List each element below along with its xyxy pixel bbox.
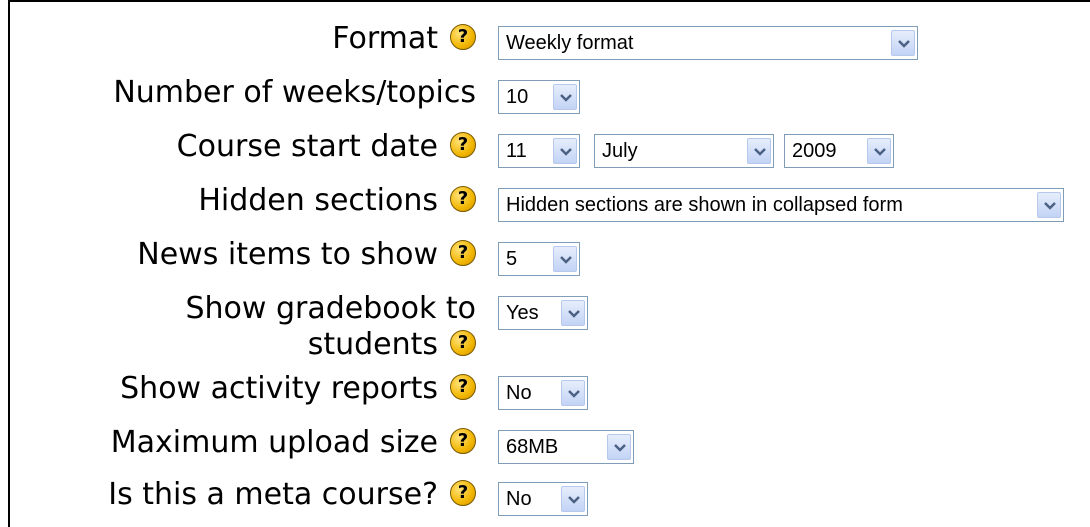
help-icon[interactable]: ? [450, 239, 476, 266]
chevron-down-icon[interactable] [607, 434, 631, 460]
weeks-select[interactable]: 10 [498, 80, 580, 114]
activity-reports-select[interactable]: No [498, 376, 588, 410]
format-label-wrap: Format? [332, 21, 476, 57]
hidden-sections-label-wrap: Hidden sections? [198, 183, 476, 219]
upload-size-label-wrap: Maximum upload size? [111, 425, 476, 461]
chevron-down-icon[interactable] [747, 138, 771, 164]
news-items-label-wrap: News items to show? [137, 237, 476, 273]
chevron-down-icon[interactable] [561, 380, 585, 406]
hidden-sections-value: Hidden sections are shown in collapsed f… [506, 194, 903, 216]
start-date-label: Course start date [176, 129, 438, 164]
weeks-label-wrap: Number of weeks/topics [113, 75, 476, 111]
chevron-down-icon[interactable] [561, 300, 585, 326]
help-icon[interactable]: ? [450, 131, 476, 158]
chevron-down-icon[interactable] [891, 30, 915, 56]
start-date-label-wrap: Course start date? [177, 129, 476, 165]
start-month-select[interactable]: July [594, 134, 774, 168]
help-icon[interactable]: ? [450, 185, 476, 212]
upload-size-value: 68MB [506, 436, 559, 458]
course-settings-form: Format? Weekly format Number of weeks/to… [8, 0, 1090, 527]
start-day-value: 11 [506, 140, 527, 162]
upload-size-select[interactable]: 68MB [498, 430, 634, 464]
chevron-down-icon[interactable] [561, 486, 585, 512]
activity-reports-value: No [506, 382, 532, 404]
gradebook-select[interactable]: Yes [498, 296, 588, 330]
gradebook-label-wrap: Show gradebook to students? [185, 291, 476, 363]
news-items-select[interactable]: 5 [498, 242, 580, 276]
chevron-down-icon[interactable] [867, 138, 891, 164]
upload-size-label: Maximum upload size [110, 425, 438, 460]
activity-reports-label: Show activity reports [120, 371, 438, 406]
chevron-down-icon[interactable] [1037, 192, 1061, 218]
weeks-label: Number of weeks/topics [113, 75, 476, 110]
start-month-value: July [602, 140, 638, 162]
weeks-select-value: 10 [506, 86, 529, 108]
help-icon[interactable]: ? [450, 329, 476, 356]
chevron-down-icon[interactable] [553, 84, 577, 110]
start-day-select[interactable]: 11 [498, 134, 580, 168]
meta-course-select[interactable]: No [498, 482, 588, 516]
chevron-down-icon[interactable] [553, 246, 577, 272]
meta-course-value: No [506, 488, 532, 510]
news-items-label: News items to show [137, 237, 438, 272]
help-icon[interactable]: ? [450, 479, 476, 506]
help-icon[interactable]: ? [450, 373, 476, 400]
meta-course-label-wrap: Is this a meta course?? [108, 477, 476, 513]
hidden-sections-label: Hidden sections [198, 183, 438, 218]
format-label: Format [332, 21, 438, 56]
activity-reports-label-wrap: Show activity reports? [120, 371, 476, 407]
start-year-select[interactable]: 2009 [784, 134, 894, 168]
format-select-value: Weekly format [506, 32, 634, 54]
help-icon[interactable]: ? [450, 23, 476, 50]
chevron-down-icon[interactable] [553, 138, 577, 164]
news-items-value: 5 [506, 248, 518, 270]
start-year-value: 2009 [792, 140, 837, 162]
meta-course-label: Is this a meta course? [108, 477, 438, 512]
gradebook-label-line2: students [307, 327, 438, 362]
hidden-sections-select[interactable]: Hidden sections are shown in collapsed f… [498, 188, 1064, 222]
help-icon[interactable]: ? [450, 427, 476, 454]
gradebook-label-line1: Show gradebook to [185, 291, 476, 326]
gradebook-value: Yes [506, 302, 539, 324]
format-select[interactable]: Weekly format [498, 26, 918, 60]
